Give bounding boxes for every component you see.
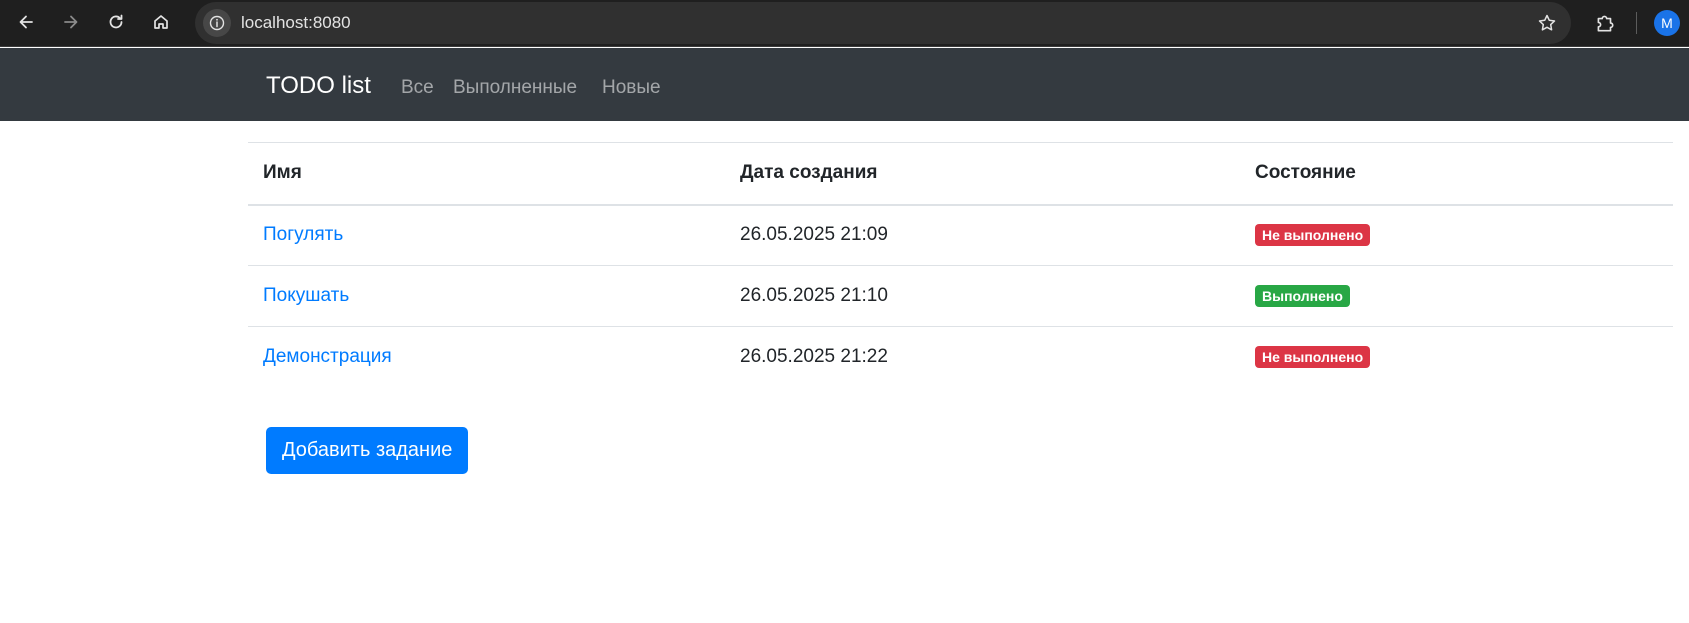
bookmark-button[interactable] (1535, 11, 1559, 35)
table-row: Погулять 26.05.2025 21:09 Не выполнено (248, 205, 1673, 266)
home-icon (154, 15, 168, 29)
reload-button[interactable] (100, 6, 132, 38)
status-badge: Не выполнено (1255, 224, 1371, 247)
task-link[interactable]: Погулять (263, 224, 343, 245)
forward-button[interactable] (55, 6, 87, 38)
task-status-cell: Выполнено (1240, 265, 1673, 327)
task-status-cell: Не выполнено (1240, 205, 1673, 266)
site-info-button[interactable] (203, 9, 231, 37)
tasks-table-container: Имя Дата создания Состояние Погулять 26.… (248, 142, 1673, 388)
header-name: Имя (248, 142, 725, 206)
toolbar-divider (1636, 12, 1637, 34)
task-name-cell: Демонстрация (248, 326, 725, 388)
app-navbar: TODO list Все Выполненные Новые (0, 48, 1689, 121)
status-badge: Выполнено (1255, 285, 1350, 307)
home-button[interactable] (145, 6, 177, 38)
task-link[interactable]: Покушать (263, 285, 349, 306)
header-row: Имя Дата создания Состояние (248, 142, 1673, 206)
tasks-table: Имя Дата создания Состояние Погулять 26.… (248, 142, 1673, 388)
back-icon (19, 15, 33, 29)
status-badge: Не выполнено (1255, 346, 1371, 369)
task-date-cell: 26.05.2025 21:10 (725, 265, 1240, 327)
back-button[interactable] (10, 6, 42, 38)
browser-toolbar: localhost:8080 M (0, 0, 1689, 47)
reload-icon (109, 14, 123, 29)
table-header: Имя Дата создания Состояние (248, 142, 1673, 206)
task-date-cell: 26.05.2025 21:09 (740, 224, 888, 246)
site-info-icon (209, 15, 225, 31)
profile-avatar[interactable]: M (1654, 10, 1680, 36)
task-date-cell: 26.05.2025 21:22 (725, 326, 1240, 388)
nav-link-all[interactable]: Все (401, 77, 434, 99)
bookmark-star-icon (1538, 14, 1556, 31)
address-bar[interactable]: localhost:8080 (195, 2, 1571, 44)
header-date: Дата создания (725, 142, 1240, 206)
table-body: Погулять 26.05.2025 21:09 Не выполнено П… (248, 205, 1673, 388)
table-row: Покушать 26.05.2025 21:10 Выполнено (248, 265, 1673, 327)
brand-title[interactable]: TODO list (266, 72, 371, 100)
header-status: Состояние (1240, 142, 1673, 206)
forward-icon (64, 15, 78, 29)
nav-link-new[interactable]: Новые (602, 77, 661, 99)
task-link[interactable]: Демонстрация (263, 346, 392, 367)
table-row: Демонстрация 26.05.2025 21:22 Не выполне… (248, 326, 1673, 388)
extensions-icon (1597, 15, 1614, 32)
add-task-button[interactable]: Добавить задание (266, 427, 469, 474)
task-status-cell: Не выполнено (1240, 326, 1673, 388)
task-name-cell: Покушать (248, 265, 725, 327)
nav-link-done[interactable]: Выполненные (453, 77, 577, 99)
url-text[interactable]: localhost:8080 (241, 13, 351, 33)
task-name-cell: Погулять (248, 205, 725, 266)
extensions-button[interactable] (1590, 8, 1620, 38)
